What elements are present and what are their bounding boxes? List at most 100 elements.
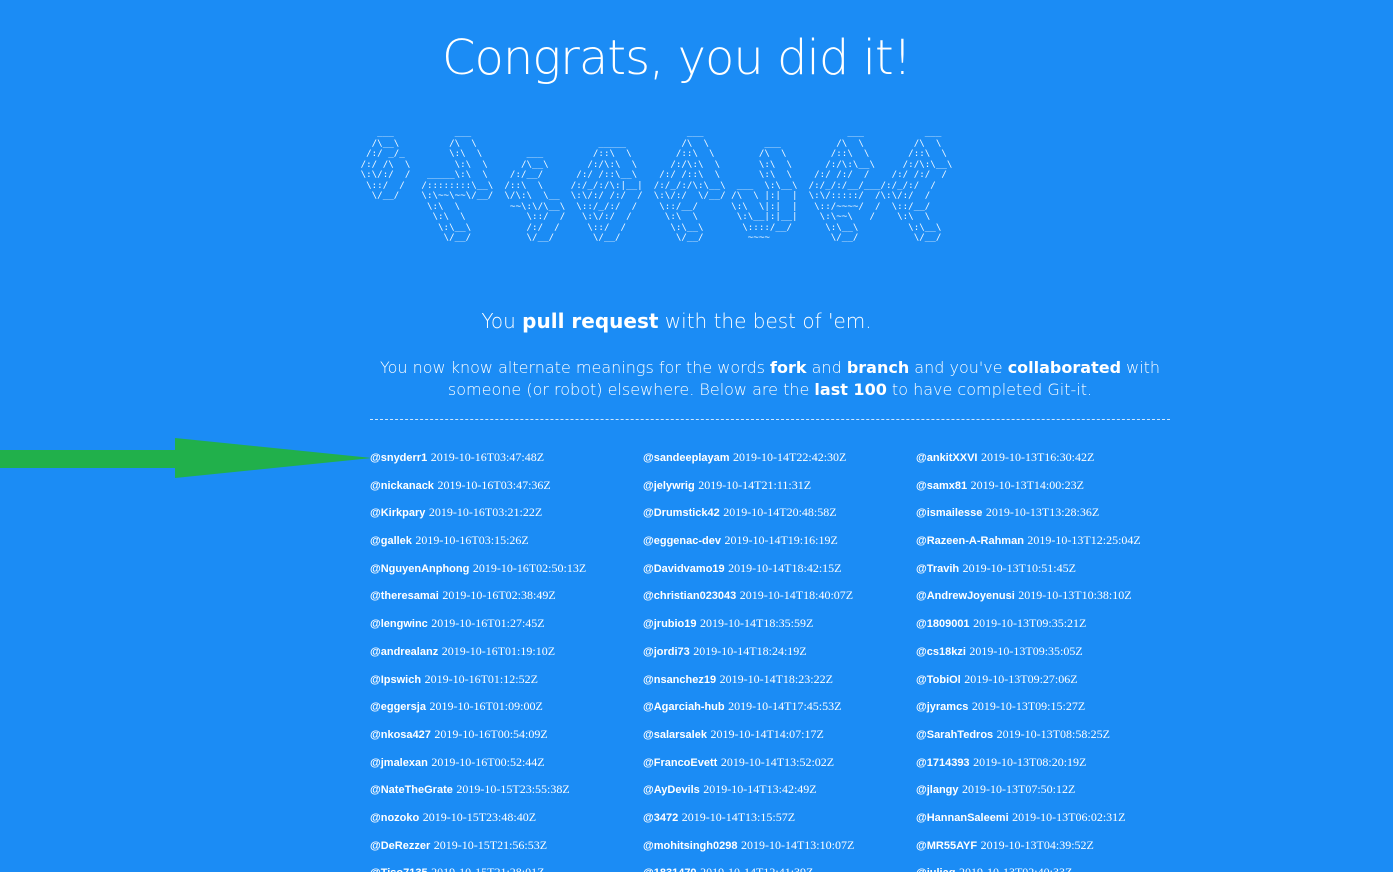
completer-username-link[interactable]: @1831470 — [643, 867, 697, 872]
completer-entry: @AyDevils 2019-10-14T13:42:49Z — [643, 782, 913, 810]
completion-timestamp: 2019-10-16T01:09:00Z — [429, 699, 543, 714]
completers-column-2: @sandeeplayam 2019-10-14T22:42:30Z @jelyw… — [643, 450, 913, 872]
completer-username-link[interactable]: @jelywrig — [643, 480, 695, 492]
completer-username-link[interactable]: @ismailesse — [916, 507, 982, 519]
completer-username-link[interactable]: @HannanSaleemi — [916, 812, 1009, 824]
description: You now know alternate meanings for the … — [370, 357, 1170, 401]
completer-username-link[interactable]: @Tiso7135 — [370, 867, 428, 872]
completion-timestamp: 2019-10-16T03:21:22Z — [428, 505, 543, 520]
completer-username-link[interactable]: @1714393 — [916, 757, 970, 769]
completer-username-link[interactable]: @juliag — [916, 867, 955, 872]
completer-username-link[interactable]: @DeRezzer — [370, 840, 430, 852]
completer-username-link[interactable]: @nsanchez19 — [643, 674, 716, 686]
completion-timestamp: 2019-10-16T02:50:13Z — [472, 560, 587, 575]
completion-timestamp: 2019-10-14T14:07:17Z — [710, 726, 824, 741]
completer-entry: @Razeen-A-Rahman 2019-10-13T12:25:04Z — [916, 533, 1186, 561]
completer-username-link[interactable]: @TobiOl — [916, 674, 961, 686]
completer-username-link[interactable]: @Razeen-A-Rahman — [916, 535, 1024, 547]
completer-username-link[interactable]: @mohitsingh0298 — [643, 840, 737, 852]
completer-entry: @FrancoEvett 2019-10-14T13:52:02Z — [643, 755, 913, 783]
completer-username-link[interactable]: @Kirkpary — [370, 507, 425, 519]
completion-timestamp: 2019-10-14T17:45:53Z — [728, 699, 842, 714]
completion-timestamp: 2019-10-13T08:58:25Z — [996, 726, 1110, 741]
completer-username-link[interactable]: @jrubio19 — [643, 618, 697, 630]
completion-timestamp: 2019-10-14T18:24:19Z — [693, 643, 807, 658]
completer-username-link[interactable]: @snyderr1 — [370, 452, 427, 464]
completers-column-3: @ankitXXVI 2019-10-13T16:30:42Z @samx81 2… — [916, 450, 1186, 872]
completer-entry: @1809001 2019-10-13T09:35:21Z — [916, 616, 1186, 644]
completer-username-link[interactable]: @jordi73 — [643, 646, 690, 658]
green-arrow-icon — [0, 438, 372, 478]
completer-username-link[interactable]: @andrealanz — [370, 646, 438, 658]
completion-timestamp: 2019-10-13T16:30:42Z — [980, 450, 1095, 464]
description-bold-fork: fork — [770, 358, 807, 377]
completion-timestamp: 2019-10-16T02:38:49Z — [442, 588, 556, 603]
completion-timestamp: 2019-10-15T23:55:38Z — [456, 782, 570, 797]
completer-username-link[interactable]: @AyDevils — [643, 784, 700, 796]
completion-timestamp: 2019-10-16T01:12:52Z — [424, 671, 538, 686]
completer-entry: @eggenac-dev 2019-10-14T19:16:19Z — [643, 533, 913, 561]
completer-username-link[interactable]: @theresamai — [370, 590, 439, 602]
completer-username-link[interactable]: @NguyenAnphong — [370, 563, 469, 575]
completion-timestamp: 2019-10-13T08:20:19Z — [973, 754, 1087, 769]
completer-entry: @jmalexan 2019-10-16T00:52:44Z — [370, 755, 640, 783]
completer-username-link[interactable]: @salarsalek — [643, 729, 707, 741]
completer-entry: @3472 2019-10-14T13:15:57Z — [643, 810, 913, 838]
completer-username-link[interactable]: @eggersja — [370, 701, 426, 713]
description-bold-branch: branch — [846, 358, 910, 377]
completer-entry: @lengwinc 2019-10-16T01:27:45Z — [370, 616, 640, 644]
completer-username-link[interactable]: @nozoko — [370, 812, 419, 824]
completer-username-link[interactable]: @MR55AYF — [916, 840, 977, 852]
completer-username-link[interactable]: @nickanack — [370, 480, 434, 492]
completion-timestamp: 2019-10-14T13:42:49Z — [703, 782, 817, 797]
completer-username-link[interactable]: @sandeeplayam — [643, 452, 730, 464]
completer-username-link[interactable]: @3472 — [643, 812, 678, 824]
completer-username-link[interactable]: @jmalexan — [370, 757, 428, 769]
completion-timestamp: 2019-10-16T03:47:48Z — [430, 450, 545, 464]
completer-username-link[interactable]: @jyramcs — [916, 701, 968, 713]
completer-username-link[interactable]: @jlangy — [916, 784, 959, 796]
completer-username-link[interactable]: @christian023043 — [643, 590, 736, 602]
completer-username-link[interactable]: @Drumstick42 — [643, 507, 720, 519]
ascii-art-text: ___ ___ ___ ___ ___ /\__\ /\ \ _____ /\ … — [360, 127, 953, 243]
description-bold-collaborated: collaborated — [1007, 358, 1122, 377]
completer-entry: @DeRezzer 2019-10-15T21:56:53Z — [370, 838, 640, 866]
completer-entry: @HannanSaleemi 2019-10-13T06:02:31Z — [916, 810, 1186, 838]
completer-username-link[interactable]: @1809001 — [916, 618, 970, 630]
completion-timestamp: 2019-10-14T18:23:22Z — [719, 671, 833, 686]
completer-entry: @SarahTedros 2019-10-13T08:58:25Z — [916, 727, 1186, 755]
completer-username-link[interactable]: @samx81 — [916, 480, 967, 492]
completer-username-link[interactable]: @Agarciah-hub — [643, 701, 725, 713]
completer-entry: @nickanack 2019-10-16T03:47:36Z — [370, 478, 640, 506]
completer-username-link[interactable]: @nkosa427 — [370, 729, 431, 741]
completer-username-link[interactable]: @eggenac-dev — [643, 535, 721, 547]
completer-username-link[interactable]: @FrancoEvett — [643, 757, 717, 769]
completion-timestamp: 2019-10-16T03:47:36Z — [437, 477, 551, 492]
completion-timestamp: 2019-10-13T07:50:12Z — [962, 782, 1076, 797]
completer-entry: @jordi73 2019-10-14T18:24:19Z — [643, 644, 913, 672]
completion-timestamp: 2019-10-14T18:42:15Z — [728, 560, 842, 575]
completer-username-link[interactable]: @NateTheGrate — [370, 784, 453, 796]
completer-entry: @1714393 2019-10-13T08:20:19Z — [916, 755, 1186, 783]
completer-username-link[interactable]: @lengwinc — [370, 618, 428, 630]
completion-timestamp: 2019-10-16T03:15:26Z — [415, 533, 529, 548]
completer-username-link[interactable]: @Travih — [916, 563, 959, 575]
completer-username-link[interactable]: @gallek — [370, 535, 412, 547]
completion-timestamp: 2019-10-15T21:56:53Z — [433, 837, 548, 852]
completer-username-link[interactable]: @Ipswich — [370, 674, 421, 686]
completer-entry: @NateTheGrate 2019-10-15T23:55:38Z — [370, 782, 640, 810]
tagline: You pull request with the best of 'em. — [0, 309, 1373, 333]
completer-entry: @ismailesse 2019-10-13T13:28:36Z — [916, 505, 1186, 533]
completion-timestamp: 2019-10-14T22:42:30Z — [733, 450, 847, 464]
completion-timestamp: 2019-10-13T06:02:31Z — [1012, 809, 1126, 824]
completer-username-link[interactable]: @cs18kzi — [916, 646, 966, 658]
completion-timestamp: 2019-10-13T09:35:05Z — [969, 643, 1083, 658]
completer-username-link[interactable]: @SarahTedros — [916, 729, 993, 741]
completer-username-link[interactable]: @Davidvamo19 — [643, 563, 725, 575]
completer-username-link[interactable]: @AndrewJoyenusi — [916, 590, 1015, 602]
completion-timestamp: 2019-10-14T12:41:39Z — [700, 865, 813, 872]
completer-username-link[interactable]: @ankitXXVI — [916, 452, 977, 464]
completer-entry: @Agarciah-hub 2019-10-14T17:45:53Z — [643, 699, 913, 727]
completer-entry: @Ipswich 2019-10-16T01:12:52Z — [370, 672, 640, 700]
completion-timestamp: 2019-10-13T04:39:52Z — [980, 837, 1094, 852]
